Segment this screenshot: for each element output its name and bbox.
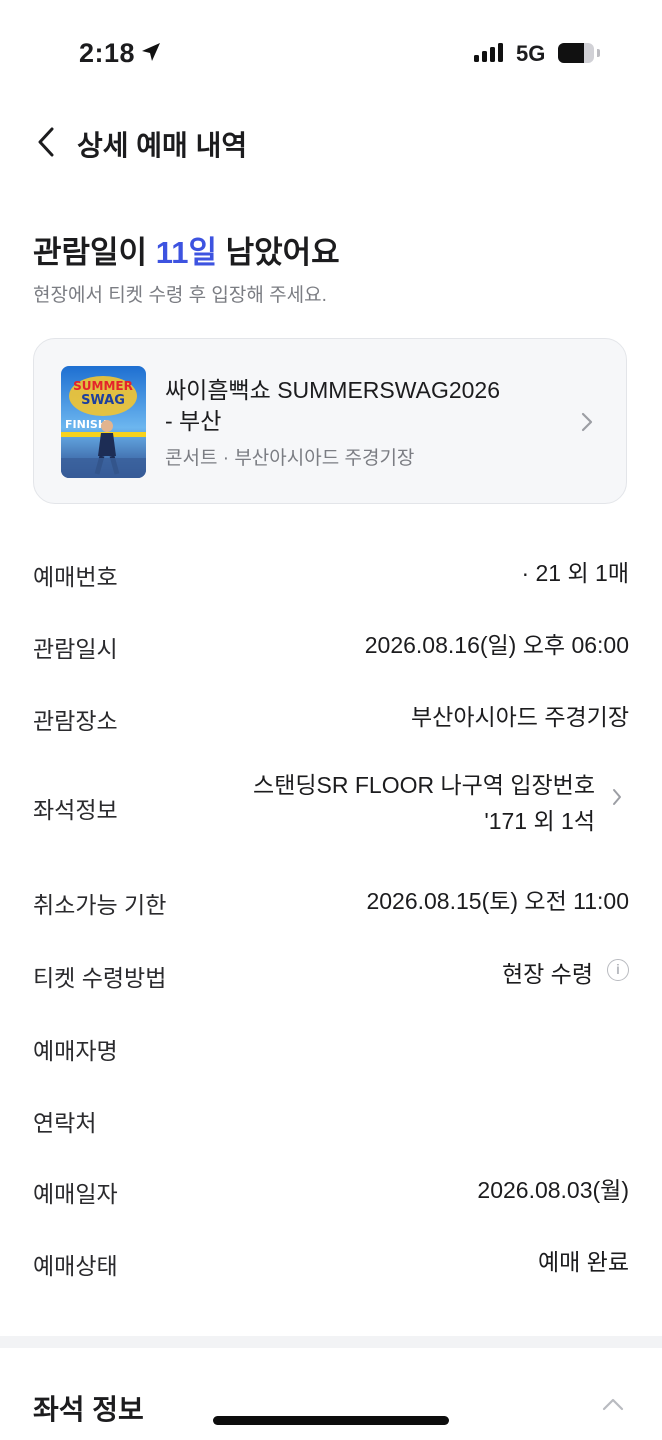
detail-label: 예매일자: [33, 1181, 118, 1207]
detail-row-venue: 관람장소 부산아시아드 주경기장: [33, 694, 629, 734]
detail-row-booking-date: 예매일자 2026.08.03(월): [33, 1167, 629, 1207]
dday-heading: 관람일이 11일 남았어요: [33, 227, 340, 272]
battery-icon: [558, 43, 594, 63]
detail-label: 관람장소: [33, 708, 118, 734]
home-indicator: [213, 1416, 449, 1425]
poster-text-finish: FINISH: [65, 418, 107, 431]
detail-row-ticket-pickup: 티켓 수령방법 현장 수령 i: [33, 951, 629, 991]
booking-number-value: · 21 외 1매: [521, 560, 629, 586]
back-button[interactable]: [26, 122, 66, 162]
event-title-line2: - 부산: [165, 408, 222, 434]
status-bar: 2:18 5G: [0, 0, 662, 100]
network-label: 5G: [516, 41, 546, 66]
location-arrow-icon: [142, 43, 160, 61]
dday-count: 11일: [155, 235, 217, 270]
dday-subtitle: 현장에서 티켓 수령 후 입장해 주세요.: [33, 285, 327, 306]
event-subtitle: 콘서트 · 부산아시아드 주경기장: [165, 448, 415, 469]
seat-info-value: 스탠딩SR FLOOR 나구역 입장번호 '171 외 1석: [229, 767, 595, 839]
page-title: 상세 예매 내역: [77, 130, 248, 161]
seat-section-title: 좌석 정보: [33, 1394, 144, 1425]
poster-text-summer: SUMMER: [73, 379, 133, 393]
status-time: 2:18: [79, 38, 136, 68]
show-datetime-value: 2026.08.16(일) 오후 06:00: [364, 632, 629, 658]
detail-row-booking-status: 예매상태 예매 완료: [33, 1239, 629, 1279]
detail-label: 연락처: [33, 1110, 97, 1136]
signal-icon: [474, 43, 503, 62]
chevron-up-icon[interactable]: [600, 1396, 626, 1412]
detail-label: 예매번호: [33, 564, 118, 590]
detail-row-contact: 연락처: [33, 1096, 629, 1136]
detail-row-cancel-deadline: 취소가능 기한 2026.08.15(토) 오전 11:00: [33, 878, 629, 918]
booking-date-value: 2026.08.03(월): [477, 1177, 629, 1203]
detail-label: 예매자명: [33, 1038, 118, 1064]
poster-text-swag: SWAG: [81, 393, 125, 408]
section-divider: [0, 1336, 662, 1348]
navigation-bar: 상세 예매 내역: [0, 110, 662, 174]
event-title: 싸이흠뻑쇼 SUMMERSWAG2026 - 부산: [165, 375, 555, 437]
detail-label: 좌석정보: [33, 797, 118, 823]
booking-status-value: 예매 완료: [537, 1249, 629, 1275]
event-poster: SUMMER SWAG FINISH: [61, 366, 146, 478]
detail-label: 관람일시: [33, 636, 118, 662]
detail-row-show-datetime: 관람일시 2026.08.16(일) 오후 06:00: [33, 622, 629, 662]
detail-row-seat-info[interactable]: 좌석정보 스탠딩SR FLOOR 나구역 입장번호 '171 외 1석: [33, 767, 629, 841]
event-title-line1: 싸이흠뻑쇼 SUMMERSWAG2026: [165, 377, 501, 403]
event-card[interactable]: SUMMER SWAG FINISH 싸이흠뻑쇼 SUMMERSWAG2026 …: [33, 338, 627, 504]
chevron-right-icon: [613, 789, 621, 805]
detail-label: 티켓 수령방법: [33, 965, 167, 991]
detail-label: 예매상태: [33, 1253, 118, 1279]
seat-info-line1: 스탠딩SR FLOOR 나구역 입장번호: [253, 772, 595, 798]
chevron-right-icon: [581, 412, 593, 432]
venue-value: 부산아시아드 주경기장: [411, 704, 629, 730]
detail-label: 취소가능 기한: [33, 892, 167, 918]
detail-row-booker-name: 예매자명: [33, 1024, 629, 1064]
dday-prefix: 관람일이: [33, 235, 156, 270]
cancel-deadline-value: 2026.08.15(토) 오전 11:00: [366, 888, 629, 914]
ticket-pickup-value: 현장 수령: [501, 961, 593, 987]
battery-cap: [597, 49, 600, 57]
seat-info-line2: '171 외 1석: [484, 808, 595, 834]
info-icon[interactable]: i: [607, 959, 629, 981]
dday-suffix: 남았어요: [217, 235, 340, 270]
detail-row-booking-number: 예매번호 · 21 외 1매: [33, 550, 629, 590]
back-chevron-icon: [38, 127, 54, 157]
